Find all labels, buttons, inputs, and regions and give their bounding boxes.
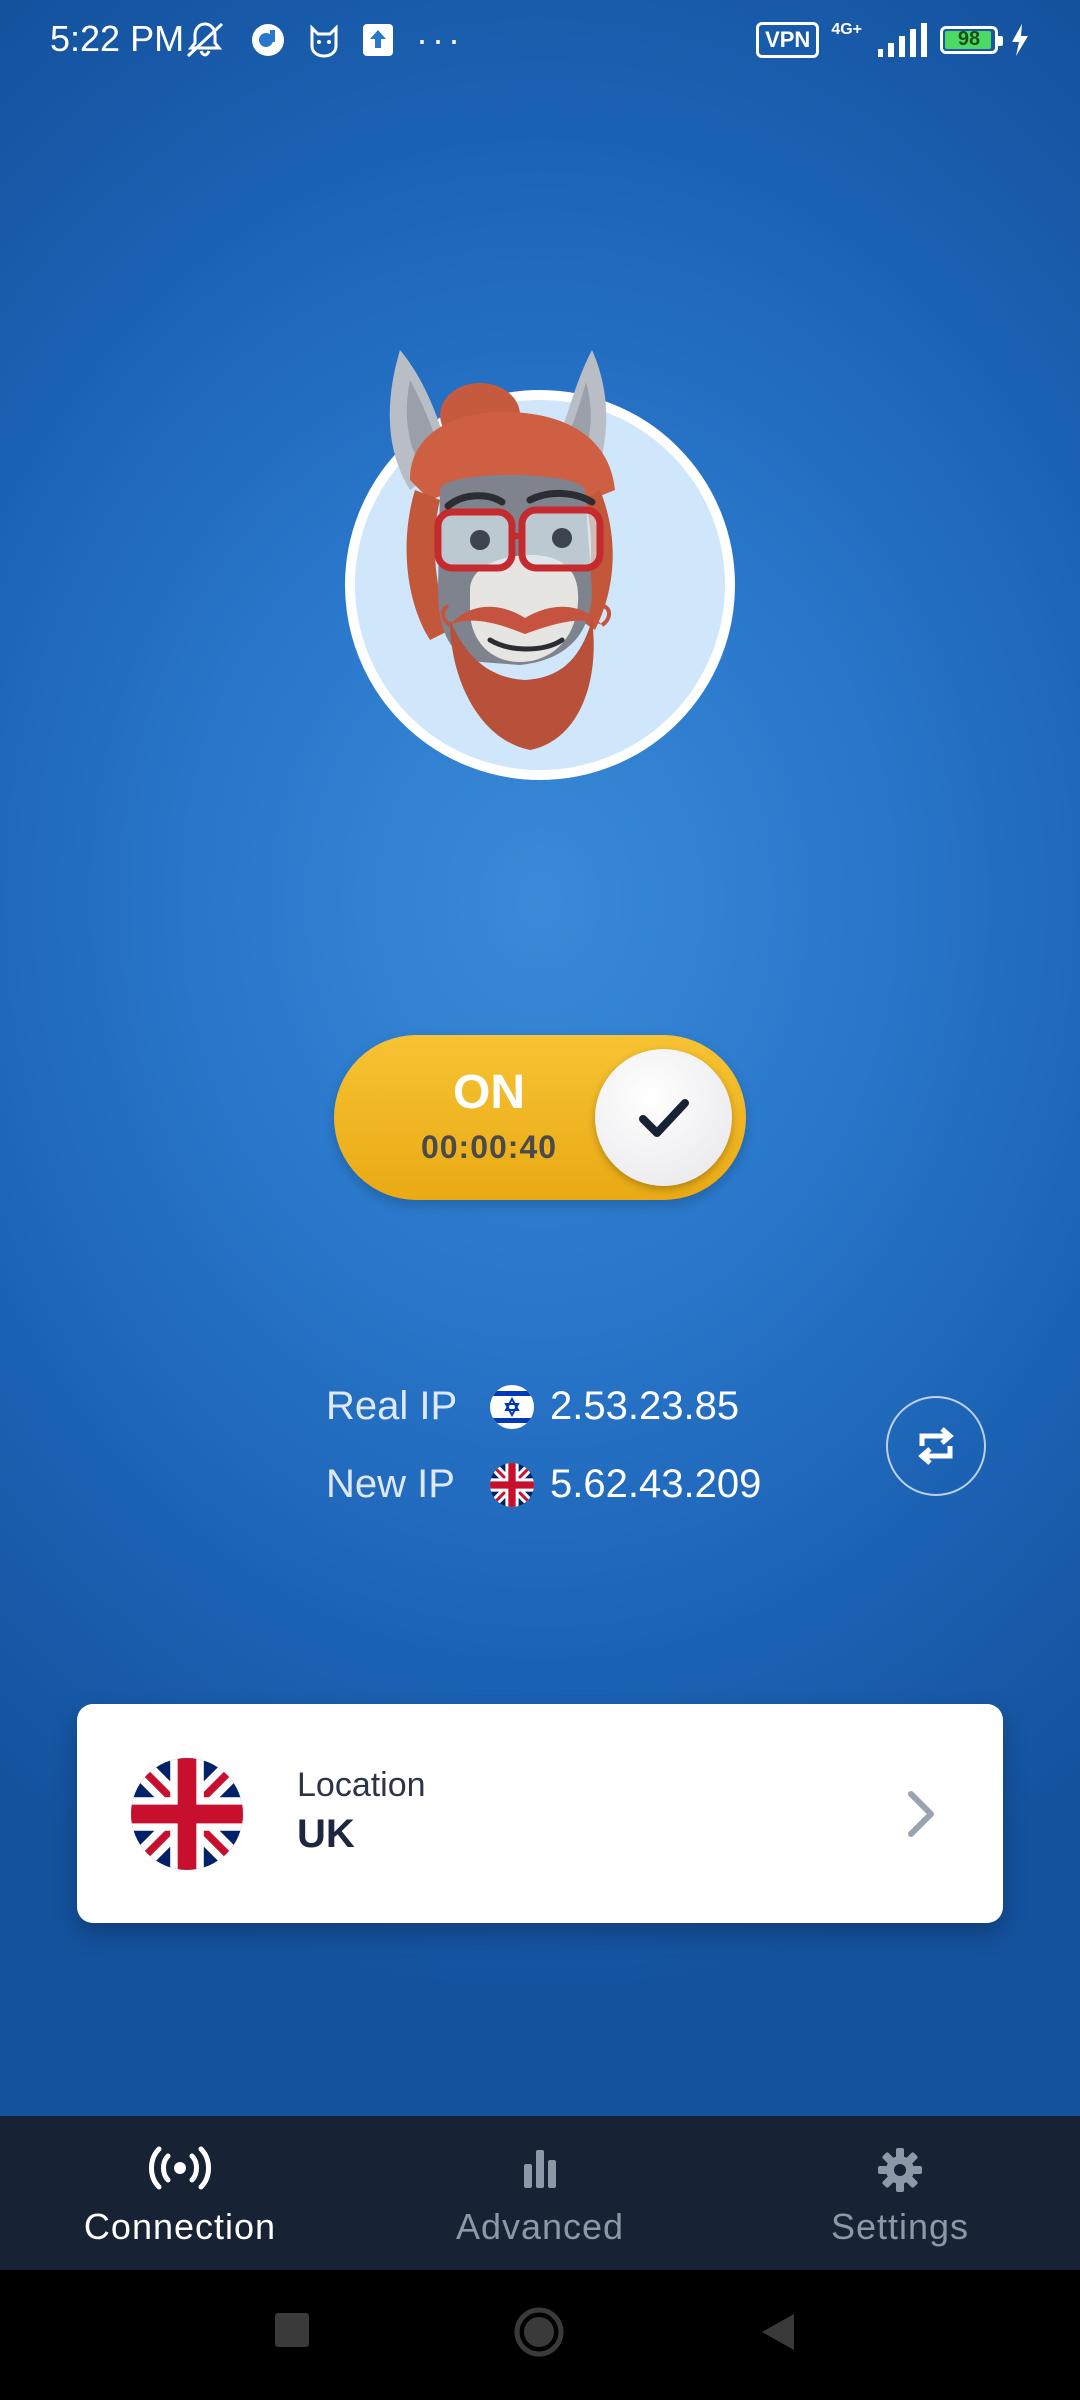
home-icon[interactable] <box>513 2306 565 2358</box>
charging-icon <box>1012 24 1028 56</box>
nav-label-connection: Connection <box>83 2206 277 2247</box>
nav-tab-advanced[interactable]: Advanced <box>360 2116 720 2270</box>
location-label: Location <box>297 1766 426 1804</box>
new-ip-row: New IP 5.62.43.209 <box>326 1462 761 1507</box>
uk-flag-icon <box>490 1462 534 1507</box>
gear-icon <box>878 2148 922 2192</box>
nav-tab-connection[interactable]: Connection <box>0 2116 360 2270</box>
battery-icon: 98 <box>940 26 1003 54</box>
uk-flag-icon <box>131 1758 243 1870</box>
location-value: UK <box>297 1812 355 1856</box>
app-notification-icon <box>252 24 284 56</box>
bottom-navigation: Connection Advanced Settings <box>0 2116 1080 2270</box>
status-time: 5:22 PM <box>50 18 185 59</box>
battery-level: 98 <box>957 28 981 50</box>
israel-flag-icon <box>490 1384 534 1429</box>
new-ip-value: 5.62.43.209 <box>550 1462 762 1506</box>
toggle-state-label: ON <box>453 1066 525 1119</box>
location-selector-card[interactable]: Location UK <box>77 1704 1003 1923</box>
bar-chart-icon <box>524 2150 556 2188</box>
vpn-badge: VPN <box>756 22 820 58</box>
connection-timer: 00:00:40 <box>420 1129 558 1165</box>
new-ip-label: New IP <box>326 1462 455 1506</box>
real-ip-row: Real IP 2.53.23.85 <box>326 1384 739 1429</box>
nav-tab-settings[interactable]: Settings <box>720 2116 1080 2270</box>
toggle-knob[interactable] <box>595 1049 732 1186</box>
vpn-connection-toggle[interactable]: ON 00:00:40 <box>334 1035 746 1200</box>
real-ip-label: Real IP <box>326 1384 458 1428</box>
status-icons-right: VPN 4G+ 98 <box>756 21 1030 58</box>
donkey-mascot-image <box>389 350 615 750</box>
signal-icon <box>878 23 927 57</box>
recent-apps-icon[interactable] <box>272 2310 312 2350</box>
status-bar: 5:22 PM ··· VPN 4G+ 98 <box>0 0 1080 84</box>
more-notifications-icon: ··· <box>416 19 464 60</box>
checkmark-icon <box>639 1099 689 1137</box>
broadcast-icon <box>149 2146 211 2190</box>
app-screen: 5:22 PM ··· VPN 4G+ 98 ON 00:00:40 Real … <box>0 0 1080 2400</box>
chevron-right-icon <box>908 1791 934 1837</box>
nav-label-settings: Settings <box>830 2206 970 2247</box>
system-navigation-bar <box>0 2270 1080 2400</box>
change-ip-button[interactable] <box>886 1396 986 1496</box>
real-ip-value: 2.53.23.85 <box>550 1384 740 1428</box>
mute-icon <box>186 22 224 58</box>
upload-icon <box>363 24 393 56</box>
nav-label-advanced: Advanced <box>455 2206 625 2247</box>
swap-icon <box>918 1427 954 1465</box>
back-icon[interactable] <box>758 2310 798 2354</box>
cat-app-icon <box>310 24 338 58</box>
status-icons-left: ··· <box>182 20 464 60</box>
network-type: 4G+ <box>831 21 862 38</box>
